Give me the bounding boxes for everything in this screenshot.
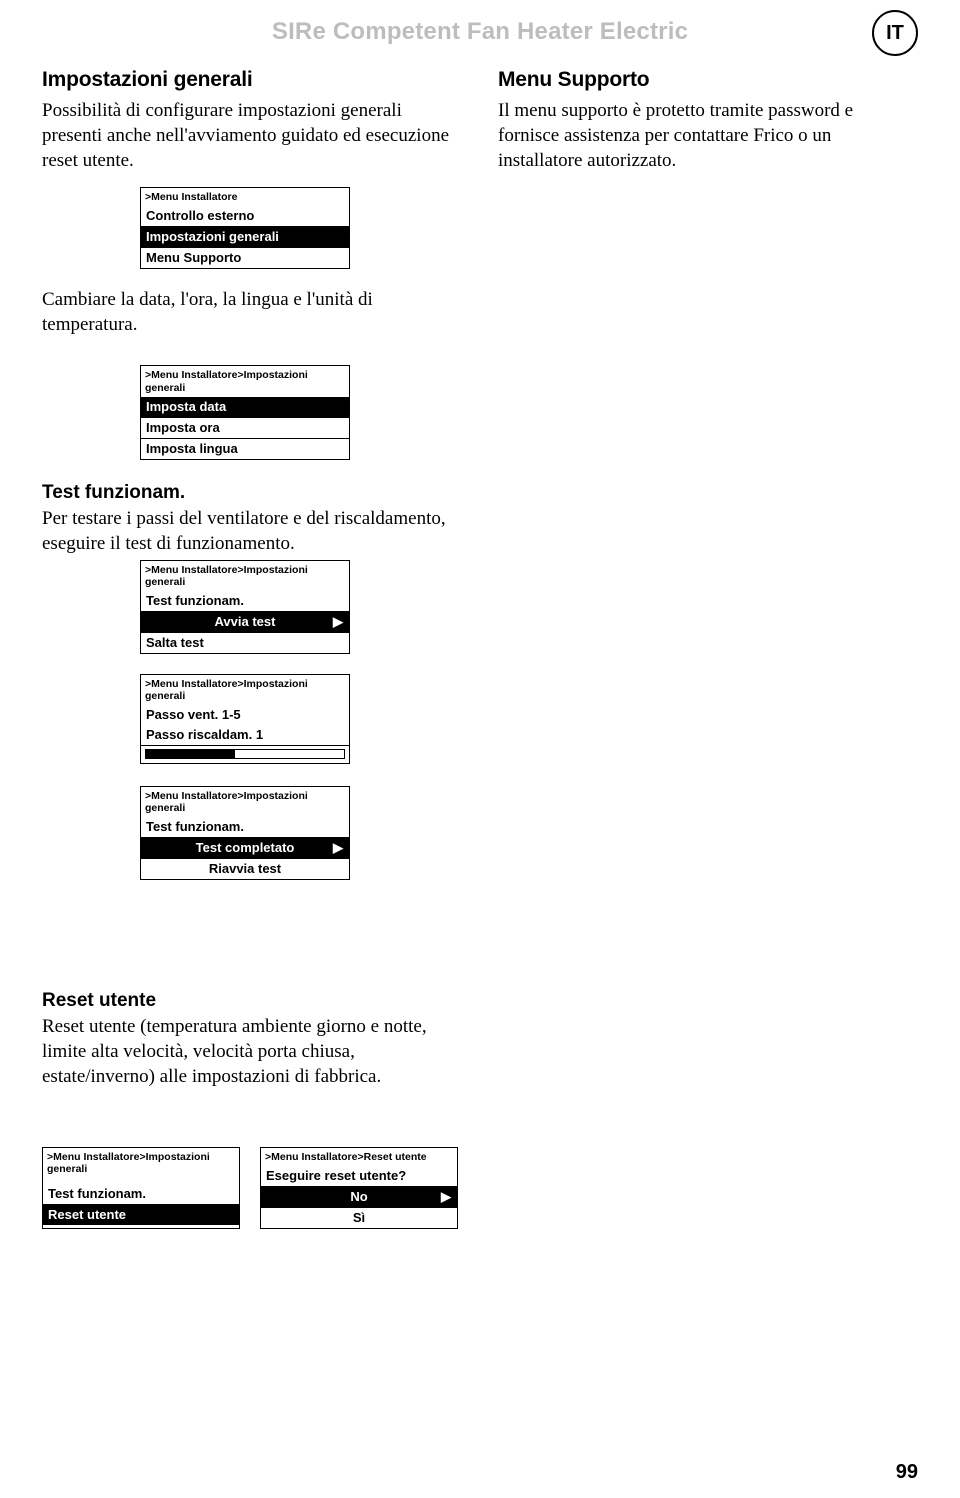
- menu-item-general-settings[interactable]: Impostazioni generali: [141, 226, 349, 247]
- user-reset-desc: Reset utente (temperatura ambiente giorn…: [42, 1014, 462, 1089]
- menu-item-test[interactable]: Test funzionam.: [43, 1178, 239, 1204]
- general-settings-desc: Possibilità di configurare impostazioni …: [42, 98, 462, 173]
- menu-item-user-reset[interactable]: Reset utente: [43, 1204, 239, 1225]
- menu-item-external-control[interactable]: Controllo esterno: [141, 206, 349, 226]
- menu-item-label: No: [350, 1189, 367, 1204]
- language-code: IT: [886, 22, 904, 45]
- menu-item-no[interactable]: No ▶: [261, 1186, 457, 1207]
- support-menu-heading: Menu Supporto: [498, 68, 918, 92]
- menu-item-fan-step: Passo vent. 1-5: [141, 705, 349, 725]
- user-reset-heading: Reset utente: [42, 990, 462, 1012]
- menu-installer: >Menu Installatore Controllo esterno Imp…: [140, 187, 350, 269]
- menu-item-test-heading: Test funzionam.: [141, 591, 349, 611]
- header-title: SIRe Competent Fan Heater Electric: [42, 18, 918, 46]
- page-number: 99: [896, 1461, 918, 1484]
- menu-breadcrumb: >Menu Installatore>Impostazioni generali: [141, 787, 349, 817]
- language-badge: IT: [872, 10, 918, 56]
- menu-test-start: >Menu Installatore>Impostazioni generali…: [140, 560, 350, 654]
- bottom-menu-row: >Menu Installatore>Impostazioni generali…: [42, 1133, 462, 1229]
- menu-test-progress: >Menu Installatore>Impostazioni generali…: [140, 674, 350, 764]
- menu-breadcrumb: >Menu Installatore>Impostazioni generali: [141, 561, 349, 591]
- menu-item-set-language[interactable]: Imposta lingua: [141, 438, 349, 459]
- chevron-right-icon: ▶: [333, 840, 343, 856]
- menu-breadcrumb: >Menu Installatore: [141, 188, 349, 206]
- menu-breadcrumb: >Menu Installatore>Impostazioni generali: [43, 1148, 239, 1178]
- menu-item-test-heading: Test funzionam.: [141, 817, 349, 837]
- menu-reset-confirm: >Menu Installatore>Reset utente Eseguire…: [260, 1147, 458, 1229]
- menu-breadcrumb: >Menu Installatore>Impostazioni generali: [141, 675, 349, 705]
- chevron-right-icon: ▶: [333, 614, 343, 630]
- general-settings-heading: Impostazioni generali: [42, 68, 462, 92]
- menu-item-label: Test completato: [196, 840, 295, 855]
- menu-item-skip-test[interactable]: Salta test: [141, 632, 349, 653]
- menu-test-complete: >Menu Installatore>Impostazioni generali…: [140, 786, 350, 880]
- menu-breadcrumb: >Menu Installatore>Reset utente: [261, 1148, 457, 1166]
- test-operation-heading: Test funzionam.: [42, 482, 462, 504]
- support-menu-desc: Il menu supporto è protetto tramite pass…: [498, 98, 918, 173]
- menu-item-reset-question: Eseguire reset utente?: [261, 1166, 457, 1186]
- menu-item-set-date[interactable]: Imposta data: [141, 397, 349, 417]
- menu-item-restart-test[interactable]: Riavvia test: [141, 858, 349, 879]
- menu-item-set-time[interactable]: Imposta ora: [141, 417, 349, 438]
- menu-item-label: Avvia test: [215, 614, 276, 629]
- right-column: Menu Supporto Il menu supporto è protett…: [498, 68, 918, 1229]
- chevron-right-icon: ▶: [441, 1189, 451, 1205]
- left-column: Impostazioni generali Possibilità di con…: [42, 68, 462, 1229]
- menu-breadcrumb: >Menu Installatore>Impostazioni generali: [141, 366, 349, 396]
- page-header: SIRe Competent Fan Heater Electric IT: [42, 18, 918, 46]
- menu-general-settings: >Menu Installatore>Impostazioni generali…: [140, 365, 350, 459]
- test-operation-desc: Per testare i passi del ventilatore e de…: [42, 506, 462, 556]
- menu-item-start-test[interactable]: Avvia test ▶: [141, 611, 349, 632]
- columns-top: Impostazioni generali Possibilità di con…: [42, 68, 918, 1229]
- menu-item-test-complete[interactable]: Test completato ▶: [141, 837, 349, 858]
- menu-item-heat-step: Passo riscaldam. 1: [141, 725, 349, 745]
- menu-reset-nav: >Menu Installatore>Impostazioni generali…: [42, 1147, 240, 1229]
- progress-bar: [145, 749, 345, 759]
- change-datetime-desc: Cambiare la data, l'ora, la lingua e l'u…: [42, 287, 462, 337]
- progress-bar-fill: [146, 750, 235, 758]
- menu-item-yes[interactable]: Sì: [261, 1207, 457, 1228]
- progress-cell: [141, 745, 349, 763]
- menu-item-support[interactable]: Menu Supporto: [141, 247, 349, 268]
